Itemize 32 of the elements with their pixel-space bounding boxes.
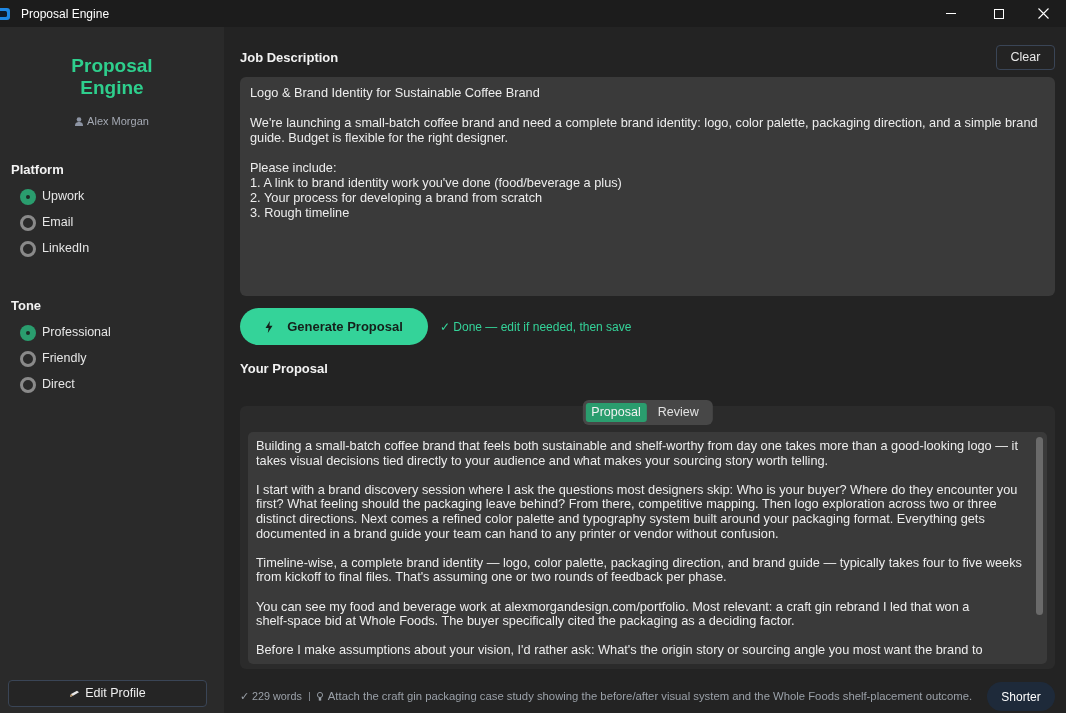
minimize-icon: [946, 13, 956, 14]
close-icon: [1037, 8, 1049, 19]
section-heading: Job Description: [240, 48, 339, 67]
app-logo-icon: [0, 6, 11, 21]
user-icon: [75, 116, 84, 126]
tip-text: Attach the craft gin packaging case study showing the before/after visual system and the Whole Foods shelf-placement outcome.: [327, 689, 973, 705]
generate-proposal-button[interactable]: Generate Proposal: [240, 308, 428, 345]
section-heading: Your Proposal: [240, 361, 329, 377]
view-tab[interactable]: Review: [646, 403, 710, 422]
lightbulb-icon: [316, 692, 323, 701]
scrollbar-thumb[interactable]: [1035, 437, 1043, 615]
proposal-text-field[interactable]: Building a small-batch coffee brand that feels both sustainable and shelf-worthy from day one takes more than a good-looking logo — it takes visual decisions tied directly to your audience and what makes your sourcing story worth telling. I start with a brand discovery session where I ask the questions most designers skip: Who is your buyer? Where do they encounter you first? What feeling should the packaging leave behind? From there, competitive mapping. Then logo exploration across two or three distinct directions. Next comes a refined color palette and typography system built around your packaging format. Everything gets documented in a brand guide your team can hand to any printer or vendor without confusion. Timeline-wise, a complete brand identity — logo, color palette, packaging direction, and brand guide — typically takes four to five weeks from kickoff to final files. That's assuming one or two rounds of feedback per phase. You can see my food and beverage work at alexmorgandesign.com/portfolio. Most relevant: a craft gin rebrand I led that won a shelf-space bid at Whole Foods. The buyer specifically cited the packaging as a deciding factor. Before I make assumptions about your vision, I'd rather ask: What's the origin story or sourcing angle you most want the brand to: [248, 432, 1047, 664]
edit-profile-button[interactable]: Edit Profile: [8, 680, 207, 707]
radio-option[interactable]: Upwork: [20, 187, 85, 206]
radio-option[interactable]: Email: [20, 213, 74, 232]
lightning-bolt-icon: [265, 320, 274, 333]
app-title: Proposal Engine: [70, 55, 154, 99]
job-description-field[interactable]: Logo & Brand Identity for Sustainable Coffee Brand We're launching a small-batch coffee brand and need a complete brand identity: logo, color palette, packaging direction, and a simple brand guide. Budget is flexible for the right designer. Please include: 1. A link to brand identity work you've done (food/beverage a plus) 2. Your process for developing a brand from scratch 3. Rough timeline: [240, 77, 1055, 296]
radio-option[interactable]: LinkedIn: [20, 239, 90, 258]
group-heading: Platform: [11, 161, 65, 178]
radio-option[interactable]: Friendly: [20, 349, 87, 368]
word-count: ✓ 229 words: [240, 689, 302, 705]
clear-button[interactable]: Clear: [996, 45, 1055, 70]
maximize-icon: [994, 8, 1004, 19]
status-message: ✓ Done — edit if needed, then save: [440, 318, 632, 336]
shorter-button[interactable]: Shorter: [987, 682, 1055, 711]
radio-option[interactable]: Direct: [20, 375, 75, 394]
window-title: Proposal Engine: [21, 5, 110, 23]
group-heading: Tone: [11, 297, 43, 314]
radio-option[interactable]: Professional: [20, 323, 111, 342]
pencil-icon: [69, 689, 81, 698]
user-name: Alex Morgan: [87, 114, 149, 129]
